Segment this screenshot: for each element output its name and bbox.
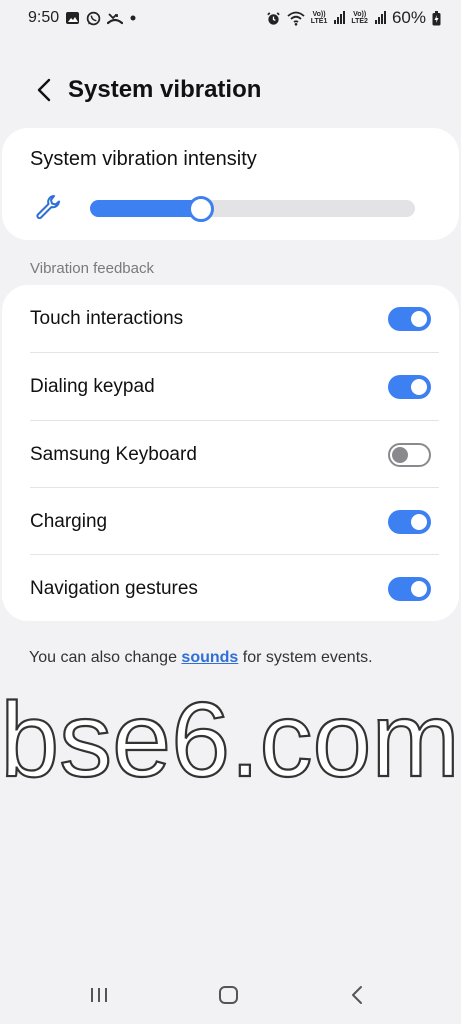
setting-row-dialing-keypad[interactable]: Dialing keypad xyxy=(2,353,459,420)
recents-icon xyxy=(91,988,107,1002)
dialing-keypad-toggle[interactable] xyxy=(388,374,431,399)
lte1-signal-icon xyxy=(333,10,346,26)
toggle-knob xyxy=(411,580,427,597)
toggle-knob xyxy=(411,310,427,327)
wifi-icon xyxy=(287,10,305,26)
setting-label: Touch interactions xyxy=(30,307,184,329)
touch-interactions-toggle[interactable] xyxy=(388,306,431,331)
nav-back-button[interactable] xyxy=(348,984,366,1011)
whatsapp-icon xyxy=(86,10,101,26)
navigation-gestures-toggle[interactable] xyxy=(388,576,431,601)
battery-percentage: 60% xyxy=(391,8,426,27)
home-icon xyxy=(219,986,238,1004)
setting-label: Samsung Keyboard xyxy=(30,443,197,465)
setting-row-touch-interactions[interactable]: Touch interactions xyxy=(2,285,459,352)
header: System vibration xyxy=(0,66,461,114)
page-title: System vibration xyxy=(68,76,262,103)
back-icon xyxy=(352,986,362,1004)
recents-button[interactable] xyxy=(88,984,110,1011)
intensity-slider[interactable] xyxy=(90,196,415,222)
wrench-icon xyxy=(34,193,60,224)
watermark-text: bse6.com xyxy=(0,681,460,796)
settings-card: Touch interactions Dialing keypad Samsun… xyxy=(2,285,459,621)
battery-icon xyxy=(432,10,441,26)
missed-call-icon xyxy=(107,10,124,26)
intensity-slider-fill xyxy=(90,200,201,217)
back-button[interactable] xyxy=(18,66,70,114)
intensity-card: System vibration intensity xyxy=(2,128,459,240)
screen: 9:50 Vo)) LTE1 Vo)) LTE2 60% System vibr… xyxy=(0,0,461,1024)
charging-toggle[interactable] xyxy=(388,509,431,534)
lte1-label-top: Vo)) xyxy=(312,11,326,18)
toggle-knob xyxy=(392,446,408,463)
intensity-title: System vibration intensity xyxy=(30,148,257,170)
home-button[interactable] xyxy=(217,984,241,1011)
lte2-label-top: Vo)) xyxy=(353,11,367,18)
samsung-keyboard-toggle[interactable] xyxy=(388,442,431,467)
footer-suffix: for system events. xyxy=(238,649,373,666)
lte2-label: Vo)) LTE2 xyxy=(351,11,368,25)
setting-label: Dialing keypad xyxy=(30,375,155,397)
setting-row-charging[interactable]: Charging xyxy=(2,488,459,555)
footer-prefix: You can also change xyxy=(29,649,182,666)
chevron-left-icon xyxy=(37,78,51,102)
navigation-bar xyxy=(0,970,461,1024)
lte1-label-bottom: LTE1 xyxy=(310,18,328,25)
alarm-icon xyxy=(266,10,281,26)
dot-icon xyxy=(129,10,137,26)
status-right: Vo)) LTE1 Vo)) LTE2 60% xyxy=(266,8,441,28)
toggle-knob xyxy=(411,378,427,395)
status-time: 9:50 xyxy=(28,9,60,26)
gallery-icon xyxy=(65,10,80,26)
lte1-label: Vo)) LTE1 xyxy=(311,11,328,25)
lte2-label-bottom: LTE2 xyxy=(351,18,368,25)
status-bar: 9:50 Vo)) LTE1 Vo)) LTE2 60% xyxy=(0,0,461,36)
footer-note: You can also change sounds for system ev… xyxy=(29,649,373,667)
setting-row-samsung-keyboard[interactable]: Samsung Keyboard xyxy=(2,421,459,488)
setting-label: Navigation gestures xyxy=(30,577,198,599)
status-left: 9:50 xyxy=(28,9,137,27)
sounds-link[interactable]: sounds xyxy=(181,649,238,666)
section-label: Vibration feedback xyxy=(30,260,154,277)
watermark: bse6.com xyxy=(0,680,461,796)
setting-row-navigation-gestures[interactable]: Navigation gestures xyxy=(2,555,459,622)
intensity-slider-thumb[interactable] xyxy=(188,196,214,222)
setting-label: Charging xyxy=(30,510,108,532)
lte2-signal-icon xyxy=(374,10,386,26)
toggle-knob xyxy=(411,513,427,530)
